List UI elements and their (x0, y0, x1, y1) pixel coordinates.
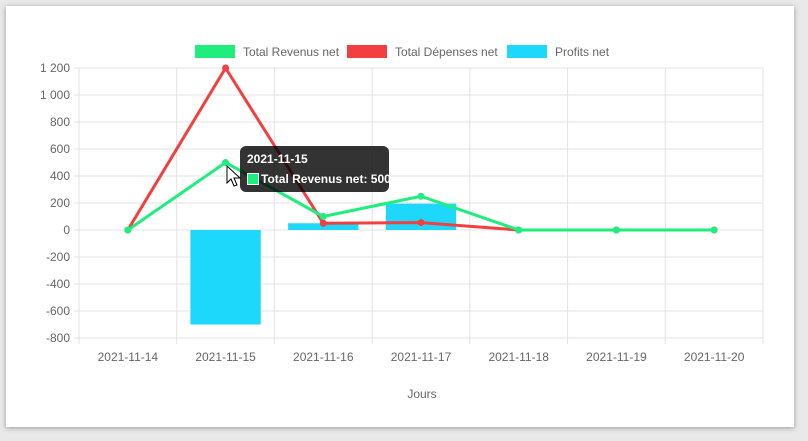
y-tick-label: 200 (50, 196, 70, 210)
y-tick-label: 400 (50, 169, 70, 183)
legend-swatch (347, 45, 387, 58)
legend[interactable]: Total Revenus net Total Dépenses net Profi… (195, 45, 610, 59)
legend-item[interactable]: Profits net (507, 45, 610, 59)
legend-item[interactable]: Total Dépenses net (347, 45, 498, 59)
bar (190, 230, 261, 325)
data-point (319, 219, 327, 227)
tooltip-body: Total Revenus net: 500 (261, 172, 391, 186)
x-tick-label: 2021-11-14 (98, 350, 159, 364)
x-tick-label: 2021-11-19 (586, 350, 647, 364)
tooltip-color-swatch (247, 173, 259, 185)
y-tick-label: 0 (63, 223, 70, 237)
chart-card: 1 200 1 000 800 600 400 200 0 -200 -400 -600 -800 … (6, 6, 794, 427)
y-tick-label: 600 (50, 142, 70, 156)
y-tick-label: 800 (50, 115, 70, 129)
y-tick-label: -200 (46, 250, 70, 264)
data-point (222, 64, 230, 72)
data-point (124, 226, 132, 234)
legend-label: Profits net (555, 45, 610, 59)
y-axis-ticks: 1 200 1 000 800 600 400 200 0 -200 -400 -600 -800 (40, 61, 70, 345)
legend-label: Total Revenus net (243, 45, 340, 59)
x-axis-title: Jours (407, 387, 436, 401)
tooltip-title: 2021-11-15 (247, 152, 308, 166)
legend-swatch (195, 45, 235, 58)
legend-label: Total Dépenses net (395, 45, 498, 59)
x-axis-ticks: 2021-11-14 2021-11-15 2021-11-16 2021-11-17… (98, 350, 745, 364)
data-point (612, 226, 620, 234)
legend-swatch (507, 45, 547, 58)
x-tick-label: 2021-11-18 (488, 350, 549, 364)
y-tick-label: -400 (46, 277, 70, 291)
data-point (417, 192, 425, 200)
y-tick-label: 1 200 (40, 61, 70, 75)
data-point (417, 219, 425, 227)
y-tick-label: 1 000 (40, 88, 70, 102)
data-point (222, 159, 230, 166)
y-tick-label: -800 (46, 331, 70, 345)
chart: 1 2001 0008006004002000-200-400-600-800 … (40, 45, 764, 401)
chart-tooltip: 2021-11-15 Total Revenus net: 500 (240, 146, 391, 192)
x-tick-label: 2021-11-16 (293, 350, 354, 364)
x-tick-label: 2021-11-20 (684, 350, 745, 364)
legend-item[interactable]: Total Revenus net (195, 45, 340, 59)
x-tick-label: 2021-11-15 (195, 350, 256, 364)
data-point (515, 226, 523, 234)
y-tick-label: -600 (46, 304, 70, 318)
data-point (710, 226, 718, 234)
x-tick-label: 2021-11-17 (391, 350, 452, 364)
data-point (319, 213, 327, 220)
